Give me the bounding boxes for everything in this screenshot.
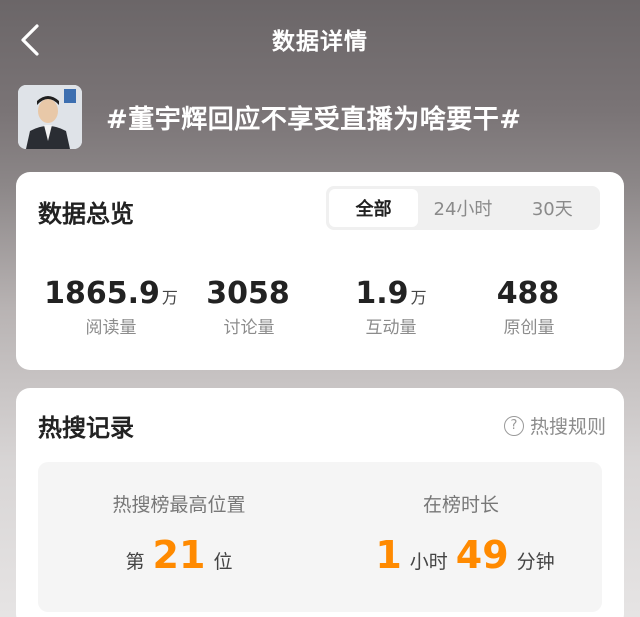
minutes-value: 49 [455,533,509,577]
stat-value: 3058 [206,276,290,311]
tab-30d[interactable]: 30天 [508,189,597,227]
topic-title: #董宇辉回应不享受直播为啥要干# [106,104,522,135]
stat-unit: 万 [410,288,427,307]
rank-value-row: 第 21 位 [38,533,320,577]
person-photo-icon [18,85,82,149]
hours-value: 1 [375,533,402,577]
stat-label: 阅读量 [85,318,137,338]
tab-all[interactable]: 全部 [329,189,419,227]
stat-reads: 1865.9 万 阅读量 [36,276,186,338]
stat-value: 1865.9 [44,276,160,311]
stats-row: 1865.9 万 阅读量 3058 讨论量 1.9 万 互动量 488 原创量 [16,276,624,346]
rank-column: 热搜榜最高位置 第 21 位 [38,490,320,577]
page-title: 数据详情 [272,29,368,55]
data-overview-card: 数据总览 全部 24小时 30天 1865.9 万 阅读量 3058 讨论量 1.… [16,172,624,370]
hot-rules-link[interactable]: ? 热搜规则 [503,412,606,439]
stat-label: 互动量 [365,318,417,338]
avatar [18,85,82,149]
hot-heading: 热搜记录 [38,414,134,442]
hot-rules-label: 热搜规则 [529,416,606,438]
rank-suffix: 位 [213,551,233,573]
stat-value: 1.9 [355,276,409,311]
tab-24h[interactable]: 24小时 [418,189,507,227]
duration-label: 在榜时长 [422,494,499,516]
minutes-unit: 分钟 [516,551,555,573]
topic-header: #董宇辉回应不享受直播为啥要干# [18,84,522,150]
top-bar: 数据详情 [0,0,640,80]
stat-interactions: 1.9 万 互动量 [316,276,466,338]
rank-value: 21 [152,533,206,577]
time-range-tabs: 全部 24小时 30天 [326,186,600,230]
rank-label: 热搜榜最高位置 [112,494,246,516]
hot-search-card: 热搜记录 ? 热搜规则 热搜榜最高位置 第 21 位 在榜时长 1 小时 49 … [16,388,624,617]
stat-label: 原创量 [503,318,555,338]
hot-stats-box: 热搜榜最高位置 第 21 位 在榜时长 1 小时 49 分钟 [38,462,602,612]
stat-value: 488 [496,276,560,311]
overview-heading: 数据总览 [38,200,134,228]
stat-label: 讨论量 [223,318,275,338]
duration-value-row: 1 小时 49 分钟 [320,533,602,577]
question-icon: ? [503,415,524,436]
rank-prefix: 第 [125,551,145,573]
hours-unit: 小时 [409,551,448,573]
stat-discussions: 3058 讨论量 [174,276,324,338]
stat-originals: 488 原创量 [454,276,604,338]
duration-column: 在榜时长 1 小时 49 分钟 [320,490,602,577]
